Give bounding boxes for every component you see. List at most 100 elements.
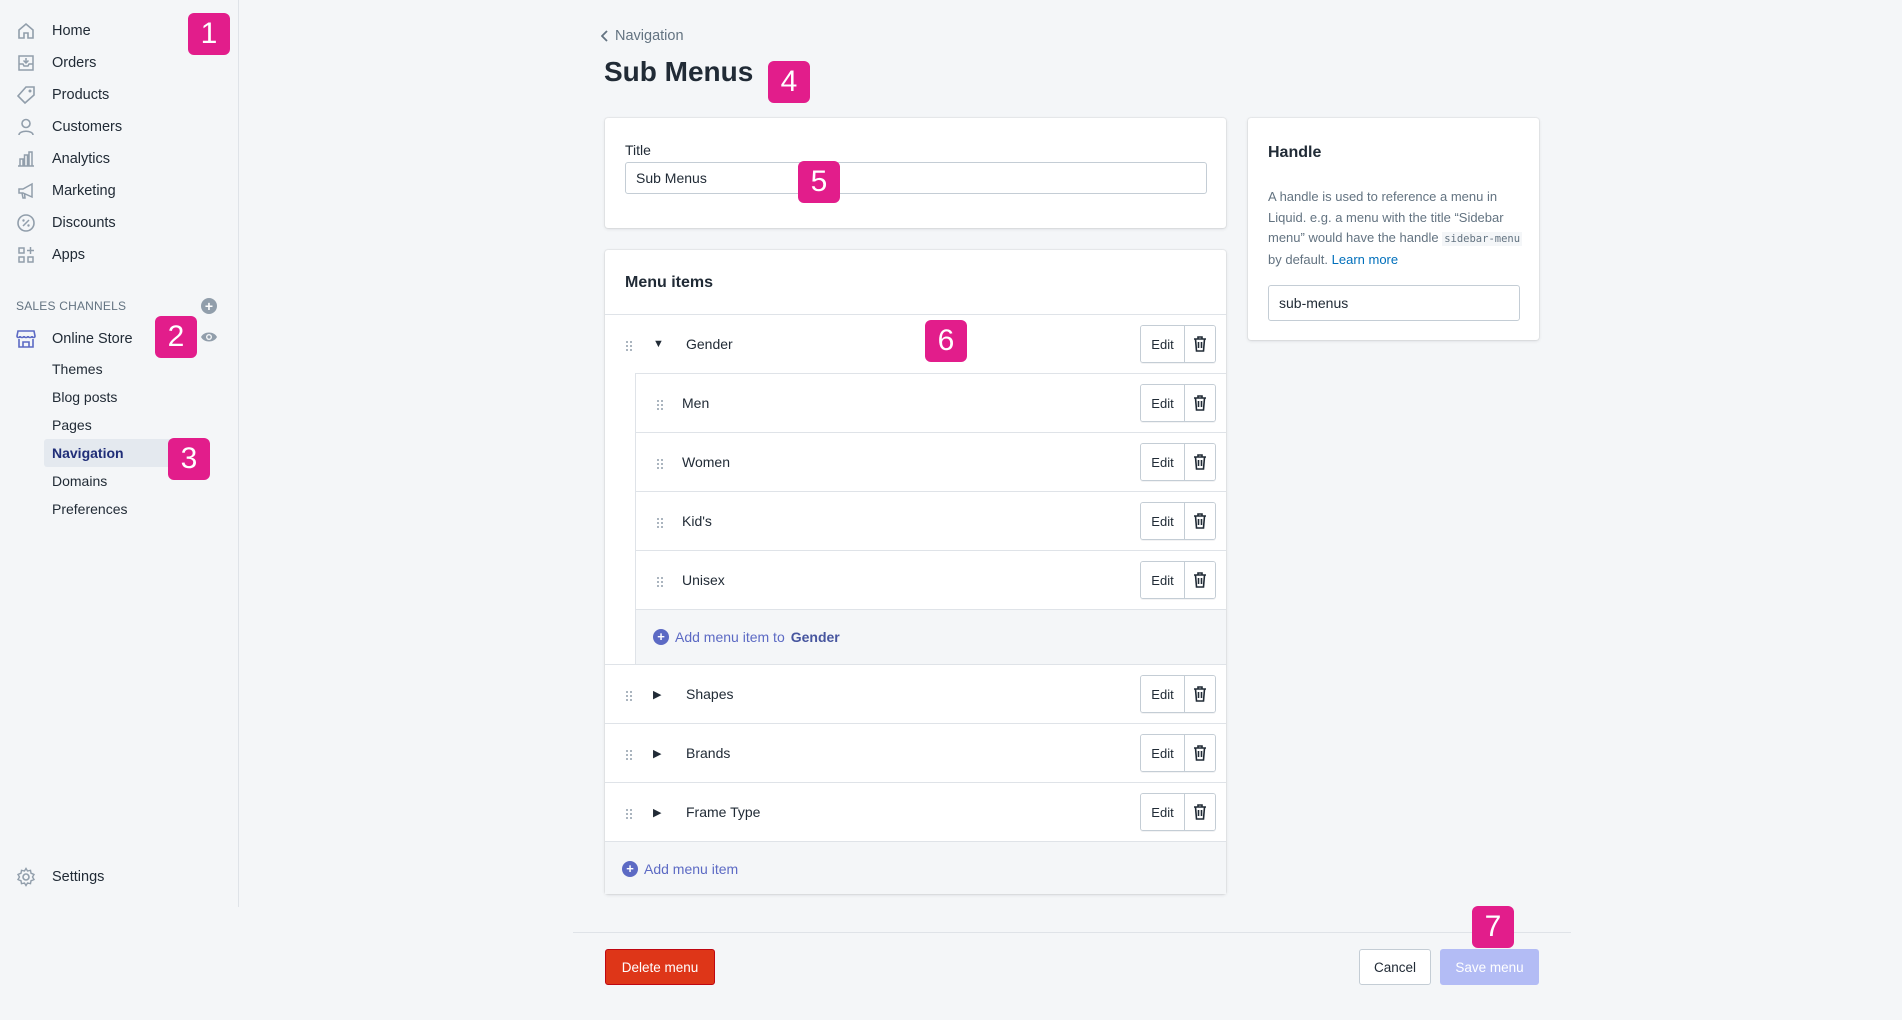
annotation-badge: 4	[768, 61, 810, 103]
edit-button[interactable]: Edit	[1141, 562, 1185, 598]
caret-right-icon[interactable]: ▶	[653, 806, 661, 819]
menu-item-row: ▶ Frame Type Edit	[605, 782, 1226, 841]
drag-handle-icon[interactable]	[656, 576, 664, 588]
handle-input[interactable]: sub-menus	[1268, 285, 1520, 321]
sidebar-item-label: Customers	[52, 119, 123, 135]
delete-button[interactable]	[1185, 562, 1215, 598]
annotation-badge: 6	[925, 320, 967, 362]
eye-icon[interactable]	[200, 330, 218, 344]
menu-item-label: Gender	[686, 336, 733, 352]
menu-child-row: Men Edit	[635, 373, 1226, 432]
drag-handle-icon[interactable]	[656, 399, 664, 411]
menu-child-row: Women Edit	[635, 432, 1226, 491]
sidebar-item-label: Discounts	[52, 215, 116, 231]
item-actions: Edit	[1140, 793, 1216, 831]
store-icon	[15, 328, 37, 350]
trash-icon	[1194, 686, 1206, 702]
plus-circle-icon: +	[653, 629, 669, 645]
cancel-button[interactable]: Cancel	[1359, 949, 1431, 985]
edit-button[interactable]: Edit	[1141, 794, 1185, 830]
handle-desc-code: sidebar-menu	[1442, 232, 1523, 246]
sidebar-subitem-blog-posts[interactable]: Blog posts	[44, 383, 204, 411]
drag-handle-icon[interactable]	[625, 340, 633, 352]
annotation-badge: 1	[188, 13, 230, 55]
annotation-badge: 3	[168, 438, 210, 480]
edit-button[interactable]: Edit	[1141, 735, 1185, 771]
add-menu-item-to-gender-link[interactable]: + Add menu item to Gender	[653, 629, 840, 645]
handle-heading: Handle	[1268, 144, 1322, 161]
orders-icon	[15, 52, 37, 74]
menu-item-label: Kid's	[682, 513, 712, 529]
annotation-badge: 7	[1472, 906, 1514, 948]
sidebar-item-customers[interactable]: Customers	[0, 111, 239, 143]
caret-down-icon[interactable]: ▼	[653, 338, 664, 350]
annotation-badge: 5	[798, 161, 840, 203]
sidebar-item-apps[interactable]: Apps	[0, 239, 239, 271]
page-title: Sub Menus	[604, 56, 754, 87]
edit-button[interactable]: Edit	[1141, 385, 1185, 421]
discount-icon	[15, 212, 37, 234]
sidebar-item-analytics[interactable]: Analytics	[0, 143, 239, 175]
sales-channels-heading: SALES CHANNELS	[16, 299, 127, 313]
add-menu-item-label: Add menu item	[644, 861, 739, 877]
sidebar-subitem-pages[interactable]: Pages	[44, 411, 204, 439]
delete-button[interactable]	[1185, 503, 1215, 539]
add-channel-icon[interactable]: +	[201, 298, 217, 314]
trash-icon	[1194, 454, 1206, 470]
delete-button[interactable]	[1185, 385, 1215, 421]
annotation-badge: 2	[155, 316, 197, 358]
learn-more-link[interactable]: Learn more	[1332, 252, 1398, 267]
sidebar-subitem-preferences[interactable]: Preferences	[44, 495, 204, 523]
menu-item-row: ▶ Shapes Edit	[605, 664, 1226, 723]
menu-items-card: Menu items ▼ Gender Edit Men Edit Women …	[605, 250, 1226, 894]
item-actions: Edit	[1140, 443, 1216, 481]
delete-button[interactable]	[1185, 326, 1215, 362]
delete-button[interactable]	[1185, 794, 1215, 830]
title-card: Title Sub Menus	[605, 118, 1226, 228]
drag-handle-icon[interactable]	[625, 690, 633, 702]
sidebar-item-settings[interactable]: Settings	[0, 861, 239, 893]
menu-item-row: ▼ Gender Edit	[605, 314, 1226, 373]
breadcrumb-back-link[interactable]: Navigation	[601, 28, 684, 44]
apps-icon	[15, 244, 37, 266]
delete-menu-button[interactable]: Delete menu	[605, 949, 715, 985]
sidebar-item-label: Home	[52, 23, 91, 39]
menu-item-label: Men	[682, 395, 710, 411]
home-icon	[15, 20, 37, 42]
megaphone-icon	[15, 180, 37, 202]
delete-button[interactable]	[1185, 444, 1215, 480]
handle-desc-text-2: by default.	[1268, 251, 1328, 267]
edit-button[interactable]: Edit	[1141, 444, 1185, 480]
edit-button[interactable]: Edit	[1141, 326, 1185, 362]
add-item-row: + Add menu item	[605, 841, 1226, 894]
breadcrumb-label: Navigation	[615, 28, 684, 44]
item-actions: Edit	[1140, 561, 1216, 599]
sidebar-item-discounts[interactable]: Discounts	[0, 207, 239, 239]
trash-icon	[1194, 395, 1206, 411]
item-actions: Edit	[1140, 502, 1216, 540]
edit-button[interactable]: Edit	[1141, 503, 1185, 539]
sidebar-item-marketing[interactable]: Marketing	[0, 175, 239, 207]
caret-right-icon[interactable]: ▶	[653, 688, 661, 701]
caret-right-icon[interactable]: ▶	[653, 747, 661, 760]
trash-icon	[1194, 513, 1206, 529]
sidebar-subitem-themes[interactable]: Themes	[44, 355, 204, 383]
item-actions: Edit	[1140, 325, 1216, 363]
add-menu-item-link[interactable]: + Add menu item	[622, 861, 738, 877]
item-actions: Edit	[1140, 675, 1216, 713]
drag-handle-icon[interactable]	[656, 458, 664, 470]
menu-item-label: Frame Type	[686, 804, 761, 820]
title-input[interactable]: Sub Menus	[625, 162, 1207, 194]
delete-button[interactable]	[1185, 735, 1215, 771]
trash-icon	[1194, 572, 1206, 588]
save-menu-button[interactable]: Save menu	[1440, 949, 1539, 985]
drag-handle-icon[interactable]	[625, 808, 633, 820]
sidebar-item-products[interactable]: Products	[0, 79, 239, 111]
delete-button[interactable]	[1185, 676, 1215, 712]
chevron-left-icon	[601, 30, 608, 42]
menu-item-label: Unisex	[682, 572, 725, 588]
drag-handle-icon[interactable]	[625, 749, 633, 761]
add-child-target: Gender	[790, 629, 840, 645]
edit-button[interactable]: Edit	[1141, 676, 1185, 712]
drag-handle-icon[interactable]	[656, 517, 664, 529]
